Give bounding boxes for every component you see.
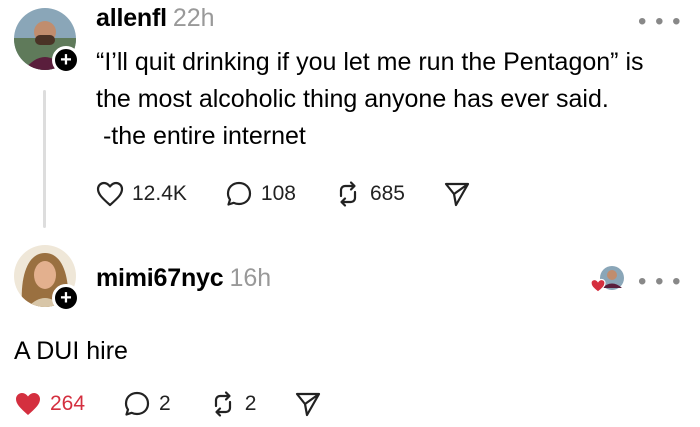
author-liked-indicator [590, 265, 626, 295]
post2-text: A DUI hire [14, 337, 128, 365]
follow-plus-icon[interactable]: + [52, 284, 80, 312]
post-text-line: the most alcoholic thing anyone has ever… [96, 85, 609, 113]
author-avatar-small-icon [590, 266, 624, 293]
post2-header: mimi67nyc 16h [96, 264, 271, 293]
post1-header: allenfl 22h [96, 4, 215, 33]
post-text-line: “I’ll quit drinking if you let me run th… [96, 48, 644, 76]
share-button[interactable] [443, 180, 471, 208]
post2-actions: 264 2 2 [14, 390, 322, 418]
post1-text: “I’ll quit drinking if you let me run th… [96, 44, 691, 155]
reply-button[interactable]: 108 [225, 180, 296, 208]
send-icon [296, 392, 321, 417]
repost-count: 685 [369, 182, 405, 205]
username[interactable]: allenfl [96, 4, 167, 32]
post1-actions: 12.4K 108 685 [96, 180, 471, 208]
thread-line [43, 90, 46, 228]
repost-icon [214, 391, 231, 417]
repost-icon [339, 181, 357, 207]
reply-count: 108 [260, 182, 296, 205]
post-text-line: -the entire internet [96, 122, 306, 150]
repost-button[interactable]: 2 [209, 390, 257, 418]
like-count: 12.4K [132, 182, 187, 205]
username[interactable]: mimi67nyc [96, 264, 224, 292]
like-button[interactable]: 264 [14, 391, 85, 417]
heart-icon [16, 393, 40, 415]
share-button[interactable] [294, 390, 322, 418]
like-count: 264 [50, 392, 86, 415]
heart-icon [96, 181, 124, 207]
send-icon [444, 182, 470, 207]
timestamp: 16h [229, 264, 272, 292]
reply-count: 2 [159, 392, 171, 415]
reply-button[interactable]: 2 [123, 390, 171, 418]
follow-plus-icon[interactable]: + [52, 46, 80, 74]
repost-button[interactable]: 685 [334, 180, 405, 208]
comment-icon [124, 391, 150, 416]
more-icon[interactable]: • • • [638, 8, 682, 36]
like-button[interactable]: 12.4K [96, 181, 187, 207]
comment-icon [226, 181, 251, 206]
timestamp: 22h [172, 4, 215, 32]
more-icon[interactable]: • • • [638, 268, 682, 296]
repost-count: 2 [244, 392, 257, 415]
